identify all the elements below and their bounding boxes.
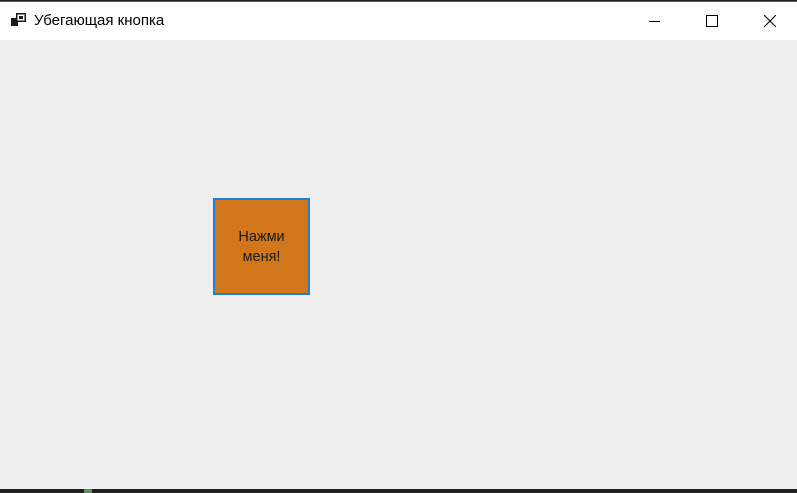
runaway-button-label: Нажми меня!: [238, 228, 285, 265]
minimize-icon: [648, 16, 660, 27]
button-focus-rect: Нажми меня!: [216, 201, 307, 292]
form-icon: [11, 13, 27, 27]
minimize-button[interactable]: [625, 2, 683, 40]
close-icon: [764, 15, 776, 27]
maximize-icon: [706, 15, 718, 27]
taskbar-edge: [0, 489, 797, 493]
close-button[interactable]: [741, 2, 797, 40]
runaway-button[interactable]: Нажми меня!: [213, 198, 310, 295]
app-window: Убегающая кнопка Нажми меня!: [0, 1, 797, 490]
form-client-area: Нажми меня!: [0, 40, 797, 490]
window-title: Убегающая кнопка: [34, 12, 165, 29]
maximize-button[interactable]: [683, 2, 741, 40]
title-bar[interactable]: Убегающая кнопка: [0, 2, 797, 40]
taskbar-indicator: [84, 489, 92, 493]
